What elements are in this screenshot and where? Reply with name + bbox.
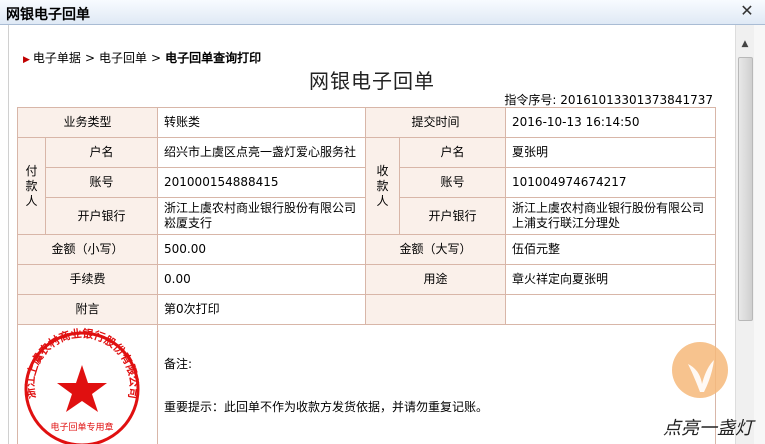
light-a-lamp-logo: 点亮一盏灯 xyxy=(663,342,756,439)
payee-name-value: 夏张明 xyxy=(505,137,717,168)
breadcrumb-separator: > xyxy=(151,51,162,65)
row-business-type: 业务类型 转账类 提交时间 2016-10-13 16:14:50 xyxy=(16,107,717,138)
payer-bank-value: 浙江上虞农村商业银行股份有限公司崧厦支行 xyxy=(157,197,367,235)
empty-value-cell xyxy=(505,294,717,325)
payee-group-text: 收款人 xyxy=(376,163,389,208)
notes-cell: 备注: 重要提示：此回单不作为收款方发货依据，并请勿重复记账。 xyxy=(157,324,717,444)
business-type-value: 转账类 xyxy=(157,107,367,138)
amount-big-value: 伍佰元整 xyxy=(505,234,717,265)
amount-small-value: 500.00 xyxy=(157,234,367,265)
row-remark: 附言 第0次打印 xyxy=(16,294,717,325)
serial-value: 20161013301373841737 xyxy=(560,93,713,107)
fee-value: 0.00 xyxy=(157,264,367,295)
row-name: 付款人 户名 绍兴市上虞区点亮一盏灯爱心服务社 收款人 户名 夏张明 xyxy=(17,137,717,235)
submit-time-label: 提交时间 xyxy=(365,107,507,138)
logo-text: 点亮一盏灯 xyxy=(663,418,756,439)
amount-big-label: 金额（大写） xyxy=(365,234,507,265)
breadcrumb-item-electronic-documents[interactable]: 电子单据 xyxy=(33,51,81,65)
payee-account-value: 101004974674217 xyxy=(505,167,717,198)
breadcrumb-current: 电子回单查询打印 xyxy=(165,51,262,65)
payee-account-label: 账号 xyxy=(399,167,507,198)
remark-value: 第0次打印 xyxy=(157,294,367,325)
scroll-thumb[interactable] xyxy=(738,57,753,321)
breadcrumb-item-electronic-receipt[interactable]: 电子回单 xyxy=(99,51,147,65)
row-fee: 手续费 0.00 用途 章火祥定向夏张明 xyxy=(16,264,717,295)
seal-cell: 浙江上虞农村商业银行股份有限公司 电子回单专用章 xyxy=(16,324,159,444)
payer-account-value: 201000154888415 xyxy=(157,167,367,198)
submit-time-value: 2016-10-13 16:14:50 xyxy=(505,107,717,138)
receipt-table: 业务类型 转账类 提交时间 2016-10-13 16:14:50 付款人 户名… xyxy=(16,107,717,444)
window-title: 网银电子回单 xyxy=(6,7,90,23)
fee-label: 手续费 xyxy=(16,264,159,295)
row-notes: 浙江上虞农村商业银行股份有限公司 电子回单专用章 备注: 重要提示：此回单不作为… xyxy=(16,324,717,444)
close-icon[interactable]: ✕ xyxy=(737,2,757,20)
payer-group-text: 付款人 xyxy=(25,163,38,208)
purpose-value: 章火祥定向夏张明 xyxy=(505,264,717,295)
serial-label: 指令序号: xyxy=(504,93,557,107)
payer-group-label: 付款人 xyxy=(17,137,46,235)
important-tip: 重要提示：此回单不作为收款方发货依据，并请勿重复记账。 xyxy=(164,400,489,414)
breadcrumb-arrow-icon: ▶ xyxy=(23,55,30,65)
business-type-label: 业务类型 xyxy=(16,107,159,138)
payer-account-label: 账号 xyxy=(44,167,159,198)
payee-name-label: 户名 xyxy=(399,137,507,168)
window-titlebar: 网银电子回单 ✕ xyxy=(0,0,765,25)
seal-star-icon xyxy=(57,365,107,412)
document-title: 网银电子回单 xyxy=(309,69,435,93)
payer-bank-label: 开户银行 xyxy=(44,197,159,235)
note-label: 备注: xyxy=(164,357,193,371)
breadcrumb-separator: > xyxy=(84,51,95,65)
amount-small-label: 金额（小写） xyxy=(16,234,159,265)
scroll-up-icon[interactable]: ▲ xyxy=(736,39,754,53)
bank-seal-icon: 浙江上虞农村商业银行股份有限公司 电子回单专用章 xyxy=(23,326,140,444)
purpose-label: 用途 xyxy=(365,264,507,295)
payee-bank-label: 开户银行 xyxy=(399,197,507,235)
receipt-content: ▶ 电子单据 > 电子回单 > 电子回单查询打印 网银电子回单 指令序号: 2016101… xyxy=(8,25,735,444)
payee-bank-value: 浙江上虞农村商业银行股份有限公司上浦支行联江分理处 xyxy=(505,197,717,235)
payee-group-label: 收款人 xyxy=(365,137,401,235)
payer-name-label: 户名 xyxy=(44,137,159,168)
breadcrumb: ▶ 电子单据 > 电子回单 > 电子回单查询打印 xyxy=(23,49,261,66)
row-amount: 金额（小写） 500.00 金额（大写） 伍佰元整 xyxy=(16,234,717,265)
payer-name-value: 绍兴市上虞区点亮一盏灯爱心服务社 xyxy=(157,137,367,168)
serial-number: 指令序号: 20161013301373841737 xyxy=(504,91,713,108)
seal-sub-text: 电子回单专用章 xyxy=(50,421,113,433)
remark-label: 附言 xyxy=(16,294,159,325)
empty-label-cell xyxy=(365,294,507,325)
